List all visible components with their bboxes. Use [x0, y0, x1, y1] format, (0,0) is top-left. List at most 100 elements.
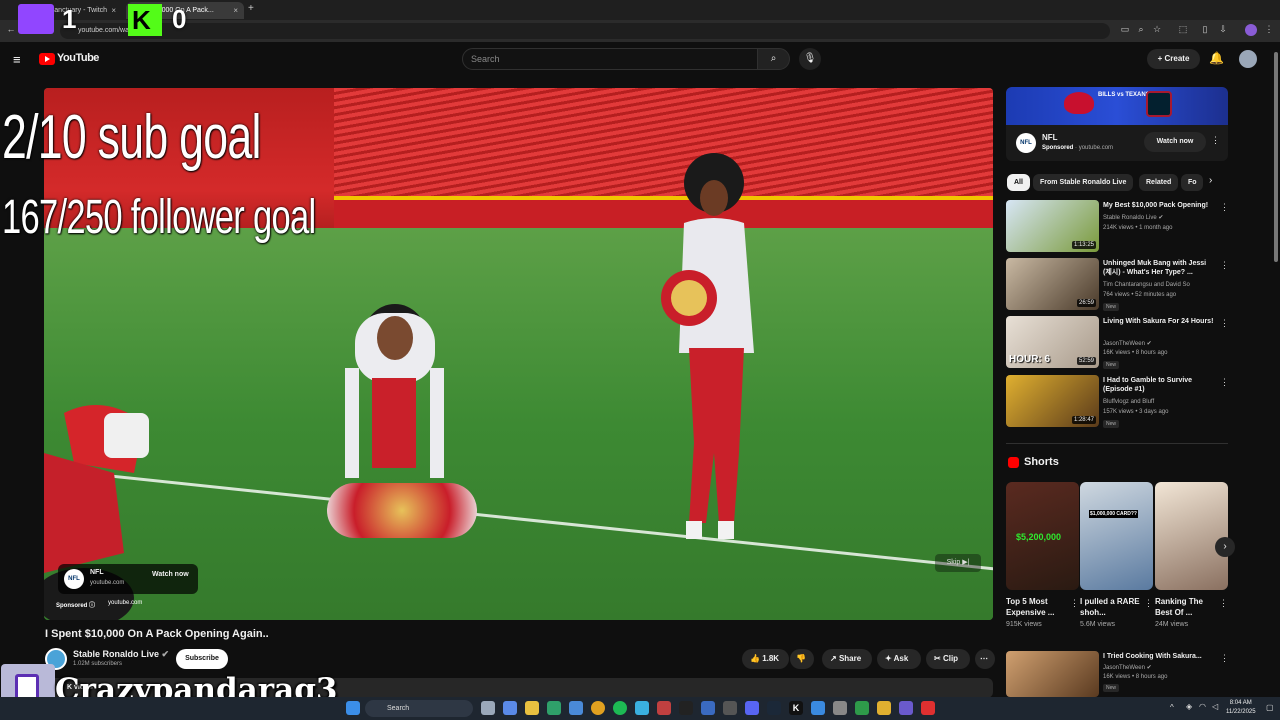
ad-banner-text: BILLS vs TEXANS [1098, 92, 1150, 98]
widgets-icon[interactable] [503, 701, 517, 715]
search-input[interactable]: Search [462, 48, 758, 70]
short-more-icon[interactable]: ⋮ [1219, 598, 1228, 609]
taskbar-search[interactable]: Search [365, 700, 473, 717]
channel-name[interactable]: Stable Ronaldo Live ✔ [73, 649, 169, 660]
notification-icon[interactable]: ▢ [1266, 703, 1274, 712]
edge-icon[interactable] [635, 701, 649, 715]
create-button[interactable]: + Create [1147, 49, 1200, 69]
chrome-icon[interactable] [591, 701, 605, 715]
sidebar-ad-watch-now-button[interactable]: Watch now [1144, 132, 1206, 152]
sidebar-ad-more-icon[interactable]: ⋮ [1211, 135, 1220, 146]
zoom-icon[interactable]: ⌕ [1134, 24, 1148, 35]
skip-ad-button[interactable]: Skip ▶| [935, 554, 981, 572]
kick-app-icon[interactable]: K [789, 701, 803, 715]
page-scrollbar[interactable] [1272, 42, 1280, 697]
rec-more-icon[interactable]: ⋮ [1220, 377, 1229, 388]
app-icon[interactable] [811, 701, 825, 715]
short-item[interactable]: $5,200,000 Top 5 Most Expensive ... 915K… [1006, 482, 1079, 628]
search-button[interactable]: ⌕ [757, 48, 790, 70]
excel-icon[interactable] [855, 701, 869, 715]
recommendation-item[interactable]: 1:13:25 My Best $10,000 Pack Opening! St… [1006, 200, 1229, 254]
more-actions-button[interactable]: ⋯ [975, 649, 995, 669]
recommendation-item[interactable]: HOUR: 6 52:59 Living With Sakura For 24 … [1006, 316, 1229, 370]
chip-more[interactable]: Fo [1181, 174, 1203, 191]
ad-banner-image: BILLS vs TEXANS [1006, 87, 1228, 125]
shorts-next-button[interactable]: › [1215, 537, 1235, 557]
short-more-icon[interactable]: ⋮ [1070, 598, 1079, 609]
subscribe-button[interactable]: Subscribe [176, 649, 228, 669]
recommendation-item[interactable]: 1:28:47 I Had to Gamble to Survive (Epis… [1006, 375, 1229, 429]
store-icon[interactable] [547, 701, 561, 715]
spotify-icon[interactable] [613, 701, 627, 715]
rec-channel: Bluffvlogz and Bluff [1103, 399, 1155, 405]
chevron-right-icon: › [1223, 541, 1227, 552]
scrollbar-thumb[interactable] [1274, 52, 1278, 262]
cast-icon[interactable]: ▭ [1118, 24, 1132, 35]
short-item[interactable]: Ranking The Best Of ... 24M views ⋮ [1155, 482, 1228, 628]
voice-search-button[interactable]: 🎙 [799, 48, 821, 70]
app-icon[interactable] [701, 701, 715, 715]
tray-icon[interactable]: ◈ [1186, 702, 1192, 711]
app-icon[interactable] [877, 701, 891, 715]
scissors-icon: ✂ [934, 654, 943, 663]
thumbnail-text: $5,200,000 [1016, 532, 1062, 542]
like-button[interactable]: 👍 1.8K [742, 649, 789, 669]
sidebar-ad-card[interactable]: BILLS vs TEXANS NFL NFL Sponsored · yout… [1006, 87, 1228, 161]
close-tab-icon[interactable]: × [111, 6, 116, 15]
tiktok-icon[interactable] [679, 701, 693, 715]
app-icon[interactable] [723, 701, 737, 715]
volume-icon[interactable]: ◁ [1212, 702, 1218, 711]
ask-button[interactable]: ✦ Ask [877, 649, 921, 669]
youtube-logo-icon[interactable] [39, 53, 55, 65]
wifi-icon[interactable]: ◠ [1199, 702, 1206, 711]
discord-icon[interactable] [745, 701, 759, 715]
url-field[interactable]: youtube.com/wa...7Vn9o2I [60, 23, 1110, 39]
star-icon[interactable]: ☆ [1150, 24, 1164, 35]
downloads-icon[interactable]: ⇩ [1216, 24, 1230, 35]
short-more-icon[interactable]: ⋮ [1144, 598, 1153, 609]
rec-more-icon[interactable]: ⋮ [1220, 202, 1229, 213]
dislike-button[interactable]: 👎 [790, 649, 814, 669]
rec-more-icon[interactable]: ⋮ [1220, 260, 1229, 271]
app-icon[interactable] [833, 701, 847, 715]
share-icon: ↗ [830, 654, 839, 663]
account-avatar[interactable] [1239, 50, 1257, 68]
clip-button[interactable]: ✂ Clip [926, 649, 970, 669]
nfl-logo-icon: NFL [1016, 133, 1036, 153]
subscriber-count: 1.02M subscribers [73, 661, 123, 667]
chip-all[interactable]: All [1007, 174, 1030, 191]
notifications-bell-icon[interactable]: 🔔 [1209, 51, 1224, 65]
app-icon[interactable] [899, 701, 913, 715]
task-view-icon[interactable] [481, 701, 495, 715]
rec-more-icon[interactable]: ⋮ [1220, 318, 1229, 329]
tray-chevron-icon[interactable]: ^ [1170, 703, 1174, 712]
recommendation-item[interactable]: 26:59 Unhinged Muk Bang with Jessi (제시) … [1006, 258, 1229, 312]
short-item[interactable]: $1,000,000 CARD?? I pulled a RARE shoh..… [1080, 482, 1153, 628]
rec-more-icon[interactable]: ⋮ [1220, 653, 1229, 664]
extensions-icon[interactable]: ⬚ [1176, 24, 1190, 35]
ad-overlay-card[interactable]: NFL NFL youtube.com Watch now [58, 564, 198, 594]
ad-watch-now-button[interactable]: Watch now [152, 571, 189, 578]
windows-start-icon[interactable] [346, 701, 360, 715]
share-button[interactable]: ↗ Share [822, 649, 872, 669]
video-title: I Spent $10,000 On A Pack Opening Again.… [45, 628, 269, 640]
sidepanel-icon[interactable]: ▯ [1198, 24, 1212, 35]
hamburger-menu-icon[interactable]: ≡ [13, 52, 21, 67]
new-tab-button[interactable]: + [248, 3, 254, 14]
chevron-right-icon[interactable]: › [1209, 175, 1212, 186]
profile-avatar[interactable] [1245, 24, 1257, 36]
photos-icon[interactable] [569, 701, 583, 715]
recording-icon[interactable] [921, 701, 935, 715]
verified-icon: ✔ [1146, 341, 1152, 347]
chip-from-channel[interactable]: From Stable Ronaldo Live [1033, 174, 1134, 191]
steam-icon[interactable] [767, 701, 781, 715]
close-tab-icon[interactable]: × [233, 6, 238, 15]
taskbar-clock[interactable]: 8:04 AM 11/22/2025 [1226, 699, 1256, 717]
file-explorer-icon[interactable] [525, 701, 539, 715]
app-icon[interactable] [657, 701, 671, 715]
new-badge: New [1103, 361, 1120, 369]
menu-dots-icon[interactable]: ⋮ [1262, 24, 1276, 35]
chip-related[interactable]: Related [1139, 174, 1179, 191]
back-icon[interactable]: ← [4, 24, 18, 34]
youtube-logo-text[interactable]: YouTube [57, 52, 99, 64]
